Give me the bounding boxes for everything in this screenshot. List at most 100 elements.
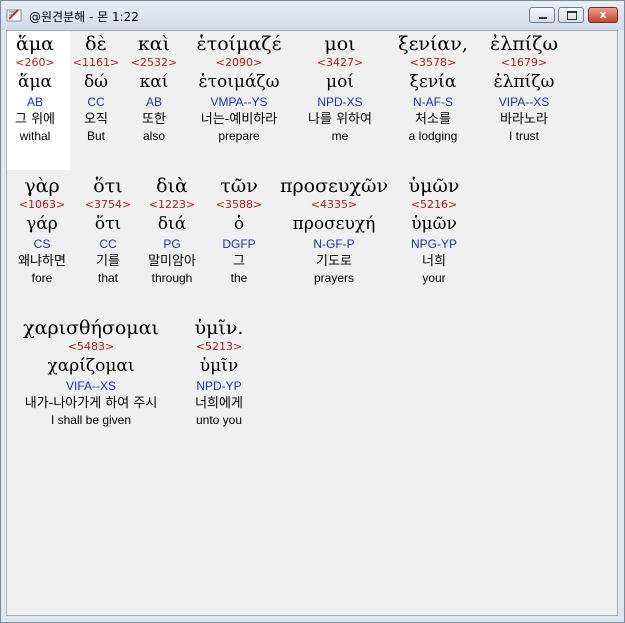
strong-number: <1063> [18,198,66,211]
greek-word: ὑμῶν [408,175,460,197]
strong-number: <2090> [215,56,263,69]
strong-number: <260> [15,56,55,69]
parsing-code: NPG-YP [410,237,457,251]
strong-number: <3578> [409,56,457,69]
greek-word: ξενίαν, [398,33,468,55]
strong-number: <1223> [148,198,196,211]
english-gloss: also [142,129,165,143]
strong-number: <2532> [130,56,178,69]
greek-word: χαρισθήσομαι [23,317,159,339]
korean-gloss: 그 [233,254,245,269]
minimize-button[interactable] [529,7,555,23]
word-charisthesomai[interactable]: χαρισθήσομαι <5483> χαρίζομαι VIFA--XS 내… [9,317,173,428]
word-proseuchon[interactable]: προσευχῶν <4335> προσευχή N-GF-P 기도로 pra… [273,175,395,286]
greek-word: μοι [324,33,356,55]
greek-word: ὑμῖν. [194,317,244,339]
word-moi[interactable]: μοι <3427> μοί NPD-XS 나를 위하여 me [297,33,383,144]
lemma: ἑτοιμάζω [198,72,280,92]
greek-word: τῶν [220,175,258,197]
korean-gloss: 내가-나아가게 하여 주시 [24,396,158,411]
lemma: καί [139,72,169,92]
lemma: γάρ [26,214,58,234]
english-gloss: prayers [313,271,354,285]
english-gloss: withal [19,129,51,143]
parsing-code: N-GF-P [313,237,355,251]
korean-gloss: 기를 [96,254,120,269]
parsing-code: VIFA--XS [65,379,116,393]
parsing-code: VMPA--YS [210,95,268,109]
parsing-code: CC [99,237,117,251]
lemma: δώ [83,72,109,92]
word-ton[interactable]: τῶν <3588> ὁ DGFP 그 the [213,175,265,286]
korean-gloss: 오직 [84,112,108,127]
strong-number: <5483> [67,340,115,353]
word-hetoimaze[interactable]: ἑτοίμαζέ <2090> ἑτοιμάζω VMPA--YS 너는-예비하… [187,33,291,144]
strong-number: <5216> [410,198,458,211]
lemma: ὑμῖν [199,356,239,376]
lemma: προσευχή [292,214,376,234]
lemma: ξενία [409,72,457,92]
english-gloss: prepare [218,129,260,143]
close-icon: x [599,8,607,21]
parsing-code: PG [163,237,181,251]
strong-number: <3588> [215,198,263,211]
word-dia[interactable]: διὰ <1223> διά PG 말미암아 through [139,175,205,286]
close-button[interactable]: x [588,7,618,23]
strong-number: <5213> [195,340,243,353]
strong-number: <3427> [316,56,364,69]
parsing-code: AB [26,95,43,109]
word-amma[interactable]: ἅμα <260> ἅμα AB 그 위에 withal [7,33,63,144]
maximize-button[interactable] [558,7,584,23]
lemma: ὅτι [94,214,122,234]
english-gloss: the [230,271,248,285]
greek-word: διὰ [156,175,188,197]
maximize-icon [559,8,583,22]
greek-word: ἑτοίμαζέ [196,33,282,55]
minimize-icon [530,8,554,22]
lemma: ὁ [233,214,245,234]
app-window: @원견분해 - 몬 1:22 x ἅμα <260> ἅμα AB 그 위에 w… [0,0,625,623]
greek-word: γὰρ [24,175,60,197]
korean-gloss: 바라노라 [500,112,548,127]
korean-gloss: 너는-예비하라 [200,112,278,127]
title-bar[interactable]: @원견분해 - 몬 1:22 x [1,1,624,30]
app-icon [6,9,22,22]
word-hymon[interactable]: ὑμῶν <5216> ὑμῶν NPG-YP 너희 your [401,175,467,286]
korean-gloss: 왜냐하면 [18,254,66,269]
parsing-code: DGFP [222,237,256,251]
parsing-code: VIPA--XS [498,95,550,109]
strong-number: <3754> [84,198,132,211]
lemma: μοί [326,72,354,92]
lemma: ὑμῶν [411,214,457,234]
word-hymin[interactable]: ὑμῖν. <5213> ὑμῖν NPD-YP 너희에게 unto you [183,317,255,428]
word-hoti[interactable]: ὅτι <3754> ὅτι CC 기를 that [81,175,135,286]
korean-gloss: 말미암아 [148,254,196,269]
greek-word: προσευχῶν [279,175,389,197]
english-gloss: me [331,129,349,143]
strong-number: <4335> [310,198,358,211]
word-kai[interactable]: καὶ <2532> καί AB 또한 also [127,33,181,144]
english-gloss: your [422,271,446,285]
greek-word: ἅμα [15,33,54,55]
greek-word: ἐλπίζω [490,33,558,55]
parsing-code: NPD-YP [196,379,242,393]
english-gloss: I trust [508,129,539,143]
word-gar[interactable]: γὰρ <1063> γάρ CS 왜냐하면 fore [11,175,73,286]
korean-gloss: 그 위에 [14,112,55,127]
korean-gloss: 너희 [422,254,446,269]
english-gloss: that [97,271,118,285]
window-title: @원견분해 - 몬 1:22 [29,10,139,24]
korean-gloss: 기도로 [316,254,352,269]
word-xenian[interactable]: ξενίαν, <3578> ξενία N-AF-S 처소를 a lodgin… [391,33,475,144]
interlinear-panel[interactable]: ἅμα <260> ἅμα AB 그 위에 withal δὲ <1161> δ… [6,30,618,616]
greek-word: ὅτι [93,175,123,197]
parsing-code: AB [145,95,162,109]
parsing-code: CC [87,95,105,109]
word-elpizo[interactable]: ἐλπίζω <1679> ἐλπίζω VIPA--XS 바라노라 I tru… [481,33,567,144]
korean-gloss: 또한 [142,112,166,127]
word-de[interactable]: δὲ <1161> δώ CC 오직 But [71,33,121,144]
lemma: ἅμα [17,72,52,92]
greek-word: καὶ [137,33,171,55]
parsing-code: NPD-XS [317,95,363,109]
lemma: ἐλπίζω [493,72,555,92]
